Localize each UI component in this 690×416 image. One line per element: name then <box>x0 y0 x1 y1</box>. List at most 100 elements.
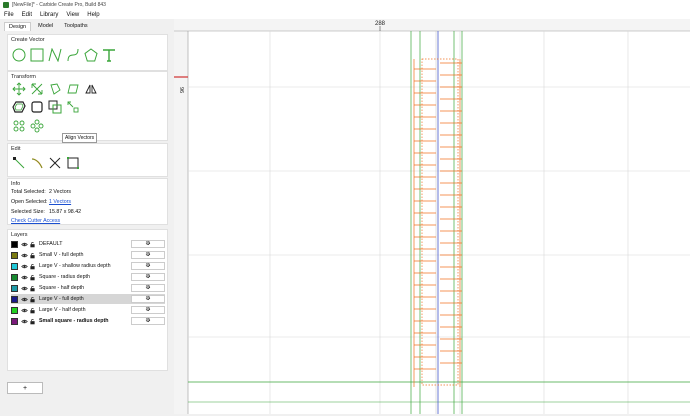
layer-name: Large V - half depth <box>39 307 86 313</box>
window-title: [NewFile]* - Carbide Create Pro, Build 8… <box>12 2 106 8</box>
layer-settings-button[interactable] <box>131 240 165 248</box>
layer-color-swatch[interactable] <box>11 295 18 303</box>
align-vectors-tooltip: Align Vectors <box>62 133 98 143</box>
layer-settings-button[interactable] <box>131 284 165 292</box>
total-selected-label: Total Selected: <box>11 189 46 195</box>
lock-icon[interactable] <box>29 296 36 303</box>
open-selected: Open Selected: 1 Vectors <box>11 199 71 205</box>
lock-icon[interactable] <box>29 263 36 270</box>
edit-section: Edit <box>7 143 168 177</box>
layer-name: Square - radius depth <box>39 274 90 280</box>
trim-icon[interactable] <box>30 156 44 170</box>
fillet-icon[interactable] <box>30 100 44 114</box>
gear-icon <box>145 295 151 303</box>
selected-size: Selected Size: 15.87 x 98.42 <box>11 209 81 215</box>
boolean-icon[interactable] <box>48 100 62 114</box>
layer-settings-button[interactable] <box>131 251 165 259</box>
canvas-drawing[interactable]: 288 96 <box>174 19 690 414</box>
rectangle-tool-icon[interactable] <box>30 48 44 62</box>
layer-row[interactable]: Large V - shallow radius depth <box>11 261 165 271</box>
node-select-icon[interactable] <box>12 156 26 170</box>
layer-settings-button[interactable] <box>131 295 165 303</box>
transform-title: Transform <box>11 74 36 80</box>
layer-row[interactable]: DEFAULT <box>11 239 165 249</box>
layer-row[interactable]: Large V - full depth <box>11 294 165 304</box>
circle-tool-icon[interactable] <box>12 48 26 62</box>
layer-row[interactable]: Large V - half depth <box>11 305 165 315</box>
layer-color-swatch[interactable] <box>11 284 18 292</box>
menu-library[interactable]: Library <box>40 12 58 18</box>
layer-settings-button[interactable] <box>131 306 165 314</box>
rotate-icon[interactable] <box>48 82 62 96</box>
gear-icon <box>145 317 151 325</box>
layer-color-swatch[interactable] <box>11 240 18 248</box>
align-vectors-icon[interactable] <box>66 100 80 114</box>
eye-icon[interactable] <box>21 274 28 281</box>
gear-icon <box>145 284 151 292</box>
gear-icon <box>145 240 151 248</box>
menu-file[interactable]: File <box>4 12 14 18</box>
offset-icon[interactable] <box>12 100 26 114</box>
curve-tool-icon[interactable] <box>66 48 80 62</box>
menu-help[interactable]: Help <box>87 12 99 18</box>
layer-name: Large V - full depth <box>39 296 84 302</box>
node-edit-icon[interactable] <box>12 119 26 133</box>
toolpath-group <box>410 31 463 414</box>
selected-size-label: Selected Size: <box>11 209 45 215</box>
design-canvas[interactable]: 288 96 <box>174 19 690 414</box>
lock-icon[interactable] <box>29 285 36 292</box>
layer-name: Large V - shallow radius depth <box>39 263 111 269</box>
eye-icon[interactable] <box>21 318 28 325</box>
layer-color-swatch[interactable] <box>11 273 18 281</box>
layer-color-swatch[interactable] <box>11 262 18 270</box>
layer-color-swatch[interactable] <box>11 306 18 314</box>
top-ruler-label: 288 <box>375 21 386 27</box>
lock-icon[interactable] <box>29 274 36 281</box>
scale-icon[interactable] <box>30 82 44 96</box>
layer-row[interactable]: Small square - radius depth <box>11 316 165 326</box>
layer-row[interactable]: Square - half depth <box>11 283 165 293</box>
tab-bar: Design Model Toolpaths <box>4 22 95 31</box>
array-icon[interactable] <box>30 119 44 133</box>
eye-icon[interactable] <box>21 285 28 292</box>
polyline-tool-icon[interactable] <box>48 48 62 62</box>
title-bar: [NewFile]* - Carbide Create Pro, Build 8… <box>0 0 690 10</box>
join-icon[interactable] <box>66 156 80 170</box>
eye-icon[interactable] <box>21 241 28 248</box>
tab-toolpaths[interactable]: Toolpaths <box>60 22 92 31</box>
layer-settings-button[interactable] <box>131 317 165 325</box>
canvas-grid <box>188 31 690 414</box>
tab-design[interactable]: Design <box>4 22 32 31</box>
open-selected-link[interactable]: 1 Vectors <box>49 199 71 205</box>
gear-icon <box>145 251 151 259</box>
text-tool-icon[interactable] <box>102 48 116 62</box>
layer-row[interactable]: Square - radius depth <box>11 272 165 282</box>
eye-icon[interactable] <box>21 307 28 314</box>
lock-icon[interactable] <box>29 307 36 314</box>
lock-icon[interactable] <box>29 241 36 248</box>
lock-icon[interactable] <box>29 252 36 259</box>
mirror-icon[interactable] <box>84 82 98 96</box>
cut-icon[interactable] <box>48 156 62 170</box>
lock-icon[interactable] <box>29 318 36 325</box>
layer-settings-button[interactable] <box>131 262 165 270</box>
move-icon[interactable] <box>12 82 26 96</box>
eye-icon[interactable] <box>21 263 28 270</box>
add-layer-button[interactable]: + <box>7 382 43 394</box>
check-cutter-access-link[interactable]: Check Cutter Access <box>11 218 60 224</box>
layer-color-swatch[interactable] <box>11 251 18 259</box>
layer-row[interactable]: Small V - full depth <box>11 250 165 260</box>
tab-model[interactable]: Model <box>34 22 57 31</box>
create-vector-title: Create Vector <box>11 37 45 43</box>
layer-name: Square - half depth <box>39 285 85 291</box>
shear-icon[interactable] <box>66 82 80 96</box>
menu-view[interactable]: View <box>66 12 79 18</box>
menu-edit[interactable]: Edit <box>22 12 32 18</box>
layer-color-swatch[interactable] <box>11 317 18 325</box>
edit-title: Edit <box>11 146 21 152</box>
eye-icon[interactable] <box>21 296 28 303</box>
layers-title: Layers <box>11 232 28 238</box>
eye-icon[interactable] <box>21 252 28 259</box>
layer-settings-button[interactable] <box>131 273 165 281</box>
polygon-tool-icon[interactable] <box>84 48 98 62</box>
